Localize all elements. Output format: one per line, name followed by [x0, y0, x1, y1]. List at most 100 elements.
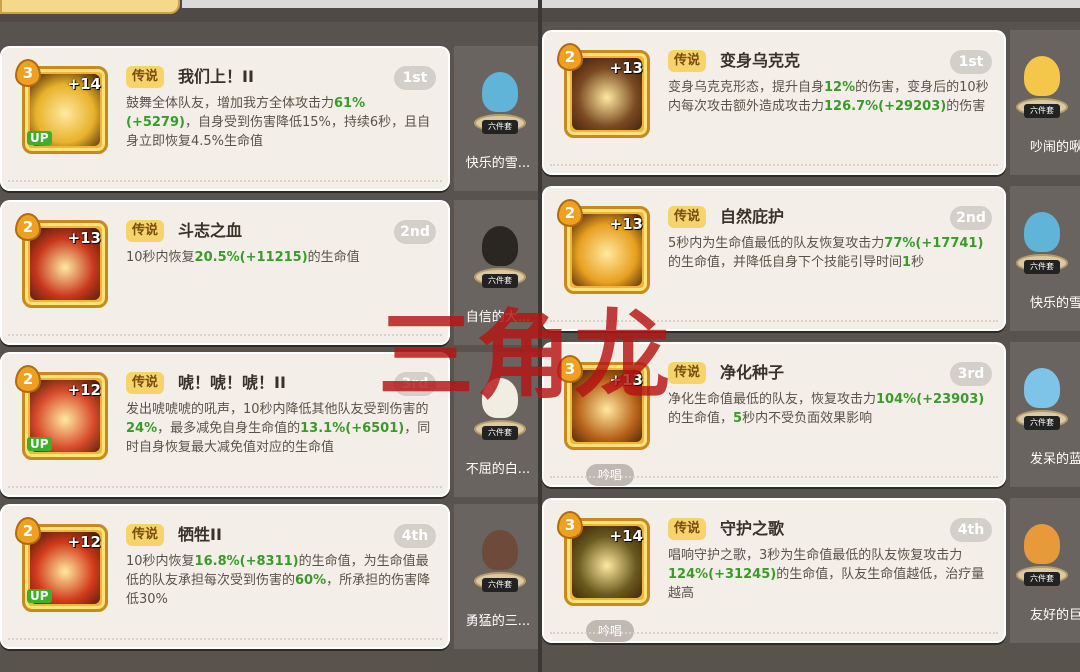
stat-value: 60%: [295, 573, 327, 588]
skill-icon-frame[interactable]: 2 +12 UP: [15, 517, 108, 612]
skill-description: 变身乌克克形态，提升自身12%的伤害，变身后的10秒内每次攻击额外造成攻击力12…: [668, 78, 992, 116]
stat-value: 104%: [876, 392, 917, 407]
skill-description: 5秒内为生命值最低的队友恢复攻击力77%(+17741) 的生命值，并降低自身下个…: [668, 234, 992, 272]
pet-body: [482, 226, 518, 266]
up-badge: UP: [27, 437, 52, 451]
pet-body: [482, 530, 518, 570]
description-text: 5秒内为生命值最低的队友恢复攻击力: [668, 236, 885, 251]
skill-name: 斗志之血: [178, 221, 243, 240]
up-badge: UP: [27, 589, 52, 603]
set-label: 六件套: [482, 120, 518, 134]
stat-value: (+29203): [878, 99, 947, 114]
rarity-tag: 传说: [668, 362, 707, 384]
stat-value: 1: [902, 255, 912, 270]
level-badge: 2: [15, 213, 41, 241]
skill-description: 鼓舞全体队友，增加我方全体攻击力61%(+5279)，自身受到伤害降低15%，持…: [126, 94, 436, 151]
rank-badge: 2nd: [950, 206, 992, 230]
pet-figure: 六件套: [472, 214, 528, 288]
pet-slot[interactable]: 六件套发呆的蓝...: [1010, 342, 1080, 487]
skill-description: 10秒内恢复16.8%(+8311)的生命值，为生命值最低的队友承担每次受到伤害…: [126, 552, 436, 609]
stat-value: 20.5%: [194, 250, 240, 265]
skill-card[interactable]: 2 +12 UP 传说 牺牲II 4th 10秒内恢复16.8%(+8311)的生命值，为生…: [0, 504, 450, 649]
skill-name: 唬！唬！唬！II: [178, 373, 286, 392]
skill-card[interactable]: 2 +13 传说 变身乌克克 1st 变身乌克克形态，提升自身12%的伤害，变身后的10秒…: [542, 30, 1006, 175]
rarity-tag: 传说: [126, 66, 165, 88]
level-badge: 2: [557, 43, 583, 71]
rank-badge: 2nd: [394, 220, 436, 244]
level-badge: 3: [557, 511, 583, 539]
pet-body: [1024, 56, 1060, 96]
stat-value: (+6501): [345, 421, 405, 436]
pet-body: [1024, 212, 1060, 252]
skill-name: 牺牲II: [178, 525, 222, 544]
rarity-tag: 传说: [668, 50, 707, 72]
set-label: 六件套: [482, 578, 518, 592]
level-badge: 2: [557, 199, 583, 227]
pet-slot[interactable]: 六件套吵闹的啾...: [1010, 30, 1080, 175]
pet-figure: 六件套: [1014, 356, 1070, 430]
rarity-tag: 传说: [126, 372, 165, 394]
pet-slot[interactable]: 六件套 勇猛的三...: [454, 504, 538, 649]
stat-value: 12%: [824, 80, 856, 95]
top-bar: [542, 0, 1080, 22]
level-badge: 3: [15, 59, 41, 87]
pet-slot[interactable]: 六件套友好的巨...: [1010, 498, 1080, 643]
description-text: ，最多减免自身生命值的: [157, 421, 301, 436]
stat-value: (+11215): [239, 250, 308, 265]
stat-value: (+31245): [708, 567, 777, 582]
chant-badge: 吟唱: [586, 620, 634, 642]
skill-name: 变身乌克克: [720, 51, 801, 70]
pet-name: 吵闹的啾...: [1030, 140, 1080, 155]
skill-name: 我们上！II: [178, 67, 254, 86]
pet-figure: 六件套: [472, 518, 528, 592]
stat-value: (+17741): [915, 236, 984, 251]
description-text: 10秒内恢复: [126, 250, 195, 265]
stat-value: (+23903): [916, 392, 985, 407]
enhance-level: +14: [67, 75, 101, 93]
rank-badge: 4th: [950, 518, 992, 542]
skill-name: 自然庇护: [720, 207, 785, 226]
stat-value: 24%: [126, 421, 158, 436]
enhance-level: +12: [67, 533, 101, 551]
divider: [182, 0, 538, 8]
stat-value: 61%: [334, 96, 366, 111]
description-text: 的伤害: [946, 99, 986, 114]
description-text: 鼓舞全体队友，增加我方全体攻击力: [126, 96, 335, 111]
skill-icon-frame[interactable]: 2 +13: [557, 43, 650, 138]
description-text: 变身乌克克形态，提升自身: [668, 80, 825, 95]
description-text: 唱响守护之歌，3秒为生命值最低的队友恢复攻击力: [668, 548, 963, 563]
skill-description: 10秒内恢复20.5%(+11215)的生命值: [126, 248, 436, 267]
skill-description: 唱响守护之歌，3秒为生命值最低的队友恢复攻击力124%(+31245)的生命值，…: [668, 546, 992, 603]
skill-card[interactable]: 3 +14 吟唱 传说 守护之歌 4th 唱响守护之歌，3秒为生命值最低的队友恢复攻击力 12…: [542, 498, 1006, 643]
description-text: 的生命值，: [668, 411, 734, 426]
pet-name: 快乐的雪...: [465, 156, 531, 171]
skill-icon-frame[interactable]: 3 +14 UP: [15, 59, 108, 154]
description-text: 10秒内恢复: [126, 554, 195, 569]
pet-slot[interactable]: 六件套快乐的雪...: [454, 46, 538, 191]
pet-name: 友好的巨...: [1030, 608, 1080, 623]
set-label: 六件套: [1024, 260, 1060, 274]
rank-badge: 4th: [394, 524, 436, 548]
skill-card[interactable]: 3 +14 UP 传说 我们上！II 1st 鼓舞全体队友，增加我方全体攻击力61% (+52…: [0, 46, 450, 191]
skill-icon-frame[interactable]: 2 +13: [15, 213, 108, 308]
tab-button[interactable]: [0, 0, 180, 14]
description-text: 秒: [911, 255, 925, 270]
rank-badge: 1st: [950, 50, 992, 74]
stat-value: 126.7%: [824, 99, 879, 114]
skill-icon-frame[interactable]: 3 +14: [557, 511, 650, 606]
description-text: 的生命值: [307, 250, 360, 265]
up-badge: UP: [27, 131, 52, 145]
skill-icon-frame[interactable]: 2 +12 UP: [15, 365, 108, 460]
pet-name: 快乐的雪...: [1030, 296, 1080, 311]
pet-slot[interactable]: 六件套快乐的雪...: [1010, 186, 1080, 331]
rarity-tag: 传说: [126, 524, 165, 546]
stat-value: 13.1%: [300, 421, 346, 436]
description-text: 的生命值，并降低自身下个技能引导时间: [668, 255, 903, 270]
enhance-level: +13: [609, 59, 643, 77]
rank-badge: 1st: [394, 66, 436, 90]
rank-badge: 3rd: [950, 362, 992, 386]
set-label: 六件套: [1024, 572, 1060, 586]
rarity-tag: 传说: [126, 220, 165, 242]
set-label: 六件套: [1024, 104, 1060, 118]
rarity-tag: 传说: [668, 518, 707, 540]
